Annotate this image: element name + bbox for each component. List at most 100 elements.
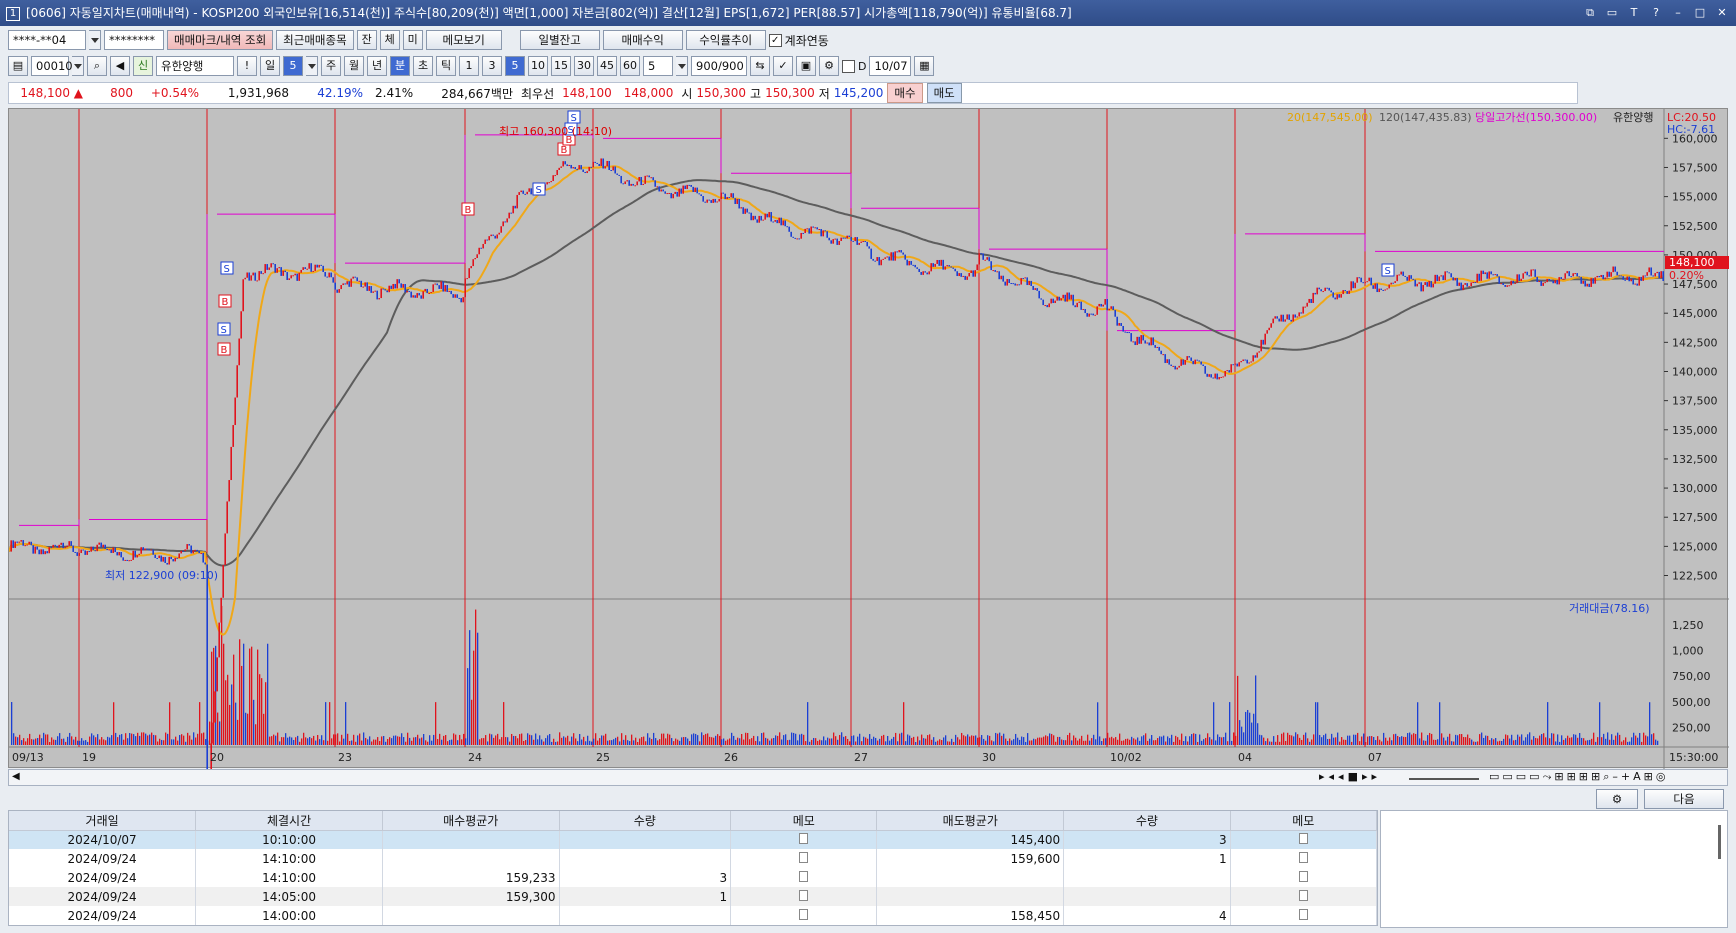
next-button[interactable]: 다음 [1644, 789, 1724, 809]
stock-name-field[interactable]: 유한양행 [156, 56, 234, 76]
table-row[interactable]: 2024/09/24 14:10:00 159,233 3 [9, 868, 1378, 887]
zoom-slider[interactable] [1409, 778, 1479, 780]
close-icon[interactable]: ✕ [1714, 5, 1730, 21]
balance-button[interactable]: 잔 [356, 30, 377, 50]
memo-icon[interactable] [1298, 870, 1308, 882]
weekly-button[interactable]: 주 [321, 56, 341, 76]
date-checkbox[interactable] [842, 59, 855, 73]
alert-button[interactable]: ! [237, 56, 257, 76]
table-row[interactable]: 2024/10/07 10:10:00 145,400 3 [9, 830, 1378, 849]
chart-tools-icon[interactable]: ▭▭▭▭⤳⊞⊞⊞⊞⌕–+A⊞◎ [1489, 770, 1668, 784]
text-icon[interactable]: T [1626, 5, 1642, 21]
memo-icon[interactable] [799, 870, 809, 882]
tool-icon-2[interactable]: ✓ [773, 56, 793, 76]
memo-icon[interactable] [1298, 832, 1308, 844]
col-exec-time[interactable]: 체결시간 [195, 811, 383, 831]
unfilled-button[interactable]: 미 [402, 30, 423, 50]
calendar-icon[interactable]: ▦ [914, 56, 935, 76]
candle [1068, 292, 1070, 300]
daily-balance-button[interactable]: 일별잔고 [519, 30, 600, 50]
tool-icon-1[interactable]: ⇆ [750, 56, 770, 76]
recent-trades-button[interactable]: 최근매매종목 [276, 30, 354, 50]
bar-count-field[interactable]: 900/900 [691, 56, 747, 76]
yield-trend-button[interactable]: 수익률추이 [685, 30, 766, 50]
memo-icon[interactable] [799, 851, 809, 863]
save-icon[interactable]: ▣ [796, 56, 816, 76]
col-sell-memo[interactable]: 메모 [1230, 811, 1378, 831]
link-icon[interactable]: ⧉ [1582, 5, 1598, 21]
restore-icon[interactable]: ▭ [1604, 5, 1620, 21]
grid-scrollbar[interactable] [1718, 825, 1721, 859]
chart-area[interactable]: 160,000 157,500 155,000 152,500 150,000 147,5… [8, 108, 1729, 807]
interval-3[interactable]: 3 [482, 56, 502, 76]
tick-button[interactable]: 틱 [436, 56, 456, 76]
interval-5[interactable]: 5 [505, 56, 525, 76]
memo-icon[interactable] [799, 889, 809, 901]
interval-60[interactable]: 60 [620, 56, 640, 76]
table-row[interactable]: 2024/09/24 14:00:00 158,450 4 [9, 906, 1378, 925]
stock-code-input[interactable]: 000100 [31, 56, 80, 76]
volume-bar [367, 739, 369, 745]
password-field[interactable]: ******** [104, 30, 164, 50]
col-buy-avg[interactable]: 매수평균가 [382, 811, 560, 831]
trade-profit-button[interactable]: 매매수익 [602, 30, 683, 50]
scroll-left-icon[interactable]: ◀ [12, 771, 20, 782]
settings-icon[interactable]: ⚙ [1596, 789, 1638, 809]
interval-45[interactable]: 45 [597, 56, 617, 76]
memo-icon[interactable] [799, 832, 809, 844]
col-sell-avg[interactable]: 매도평균가 [876, 811, 1065, 831]
interval-15[interactable]: 15 [551, 56, 571, 76]
yearly-button[interactable]: 년 [367, 56, 387, 76]
memo-icon[interactable] [799, 908, 809, 920]
speaker-icon[interactable]: ◀ [110, 56, 130, 76]
candle [526, 191, 528, 195]
trade-mark-button[interactable]: 매매마크/내역 조회 [167, 30, 274, 50]
candle [752, 215, 754, 221]
maximize-icon[interactable]: □ [1692, 5, 1708, 21]
volume-bar [107, 736, 109, 745]
memo-icon[interactable] [1298, 889, 1308, 901]
date-input[interactable]: 10/07 [869, 56, 912, 76]
second-button[interactable]: 초 [413, 56, 433, 76]
daily-count-field[interactable]: 5 [283, 56, 303, 76]
col-buy-memo[interactable]: 메모 [730, 811, 878, 831]
candle [728, 197, 730, 199]
col-buy-qty[interactable]: 수량 [559, 811, 732, 831]
account-dropdown-icon[interactable] [89, 30, 101, 50]
menu-icon[interactable]: ▤ [8, 56, 28, 76]
code-dropdown-icon[interactable] [72, 56, 84, 76]
daily-button[interactable]: 일 [260, 56, 280, 76]
memo-icon[interactable] [1298, 851, 1308, 863]
chart-scrollbar[interactable]: ◀ ▸◂◂■▸▸ ▭▭▭▭⤳⊞⊞⊞⊞⌕–+A⊞◎ [8, 769, 1728, 786]
interval-1[interactable]: 1 [459, 56, 479, 76]
candle [1108, 308, 1110, 311]
minimize-icon[interactable]: – [1670, 5, 1686, 21]
buy-button[interactable]: 매수 [887, 83, 923, 103]
candle [1630, 279, 1632, 282]
table-row[interactable]: 2024/09/24 14:05:00 159,300 1 [9, 887, 1378, 906]
sell-button[interactable]: 매도 [926, 83, 962, 103]
col-sell-qty[interactable]: 수량 [1063, 811, 1231, 831]
search-icon[interactable]: ⌕ [87, 56, 107, 76]
help-icon[interactable]: ? [1648, 5, 1664, 21]
monthly-button[interactable]: 월 [344, 56, 364, 76]
executed-button[interactable]: 체 [379, 30, 400, 50]
col-trade-date[interactable]: 거래일 [9, 811, 197, 831]
scroll-controls-icon[interactable]: ▸◂◂■▸▸ [1319, 770, 1381, 783]
volume-bar [325, 702, 327, 745]
interval-30[interactable]: 30 [574, 56, 594, 76]
memo-view-button[interactable]: 메모보기 [425, 30, 502, 50]
period-dropdown-icon[interactable] [676, 56, 688, 76]
interval-10[interactable]: 10 [528, 56, 548, 76]
account-select[interactable]: ****-**04 [8, 30, 86, 50]
memo-icon[interactable] [1298, 908, 1308, 920]
gear-icon[interactable]: ⚙ [819, 56, 839, 76]
daily-count-dropdown-icon[interactable] [306, 56, 318, 76]
period-field[interactable]: 5 [643, 56, 673, 76]
account-link-checkbox[interactable]: ✓ [768, 33, 782, 47]
minute-button[interactable]: 분 [390, 56, 410, 76]
candle [1494, 274, 1496, 276]
table-row[interactable]: 2024/09/24 14:10:00 159,600 1 [9, 849, 1378, 868]
candle [882, 258, 884, 260]
volume-bar [431, 740, 433, 745]
